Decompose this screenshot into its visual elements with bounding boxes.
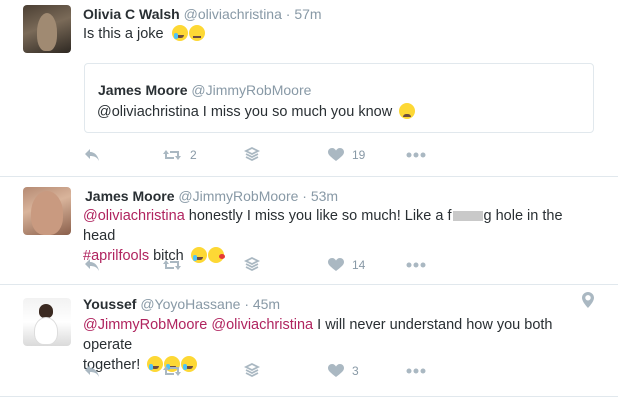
author-name[interactable]: James Moore bbox=[85, 188, 174, 204]
tweet-olivia[interactable]: Olivia C Walsh @oliviachristina · 57m Is… bbox=[0, 0, 618, 176]
stack-button[interactable] bbox=[244, 146, 260, 164]
tweet-header: Youssef @YoyoHassane · 45m bbox=[83, 296, 280, 312]
like-count: 19 bbox=[352, 148, 366, 162]
avatar-figure-body bbox=[34, 317, 58, 345]
reply-icon bbox=[85, 365, 99, 377]
mention-link[interactable]: @oliviachristina bbox=[83, 208, 185, 224]
retweet-button[interactable] bbox=[162, 362, 190, 380]
avatar[interactable] bbox=[23, 187, 71, 235]
retweet-button[interactable]: 2 bbox=[162, 146, 197, 164]
quote-author-handle: @JimmyRobMoore bbox=[191, 82, 312, 98]
quote-text: @oliviachristina I miss you so much you … bbox=[97, 102, 416, 122]
author-handle[interactable]: @YoyoHassane bbox=[140, 296, 240, 312]
avatar-figure bbox=[37, 13, 57, 51]
author-name[interactable]: Olivia C Walsh bbox=[83, 6, 180, 22]
avatar-figure bbox=[39, 304, 53, 318]
stack-button[interactable] bbox=[244, 256, 260, 274]
quote-mention: @oliviachristina bbox=[97, 104, 199, 120]
retweet-count: 2 bbox=[190, 148, 197, 162]
reply-button[interactable] bbox=[84, 256, 100, 274]
stack-icon bbox=[244, 257, 260, 272]
retweet-icon bbox=[163, 366, 181, 376]
author-handle[interactable]: @JimmyRobMoore bbox=[178, 188, 298, 204]
like-count: 3 bbox=[352, 364, 359, 378]
retweet-button[interactable] bbox=[162, 256, 190, 274]
retweet-icon bbox=[163, 150, 181, 160]
tweet-james[interactable]: James Moore @JimmyRobMoore · 53m @olivia… bbox=[0, 177, 618, 284]
like-button[interactable]: 14 bbox=[328, 256, 365, 274]
author-name[interactable]: Youssef bbox=[83, 296, 136, 312]
heart-icon bbox=[328, 148, 344, 161]
avatar[interactable] bbox=[23, 298, 71, 346]
tweet-header: James Moore @JimmyRobMoore · 53m bbox=[85, 188, 338, 204]
reply-button[interactable] bbox=[84, 146, 100, 164]
timestamp[interactable]: · 45m bbox=[244, 296, 280, 312]
censor-bar bbox=[452, 211, 483, 222]
unamused-emoji-icon bbox=[188, 25, 205, 41]
more-button[interactable] bbox=[406, 362, 426, 380]
like-button[interactable]: 19 bbox=[328, 146, 365, 164]
timestamp[interactable]: · 53m bbox=[302, 188, 338, 204]
retweet-icon bbox=[163, 260, 181, 270]
reply-icon bbox=[85, 149, 99, 161]
heart-icon bbox=[328, 258, 344, 271]
kiss-emoji-icon bbox=[207, 247, 225, 263]
reply-icon bbox=[85, 259, 99, 271]
divider bbox=[0, 396, 618, 397]
tweet-youssef[interactable]: Youssef @YoyoHassane · 45m @JimmyRobMoor… bbox=[0, 285, 618, 400]
more-button[interactable] bbox=[406, 146, 426, 164]
stack-icon bbox=[244, 363, 260, 378]
stack-icon bbox=[244, 147, 260, 162]
tweet-body: Is this a joke bbox=[83, 26, 164, 42]
tweet-line-1: @JimmyRobMoore @oliviachristina I will n… bbox=[83, 315, 603, 355]
author-handle[interactable]: @oliviachristina bbox=[184, 6, 282, 22]
avatar-figure bbox=[31, 191, 63, 235]
joy-emoji-icon bbox=[190, 247, 207, 263]
heart-icon bbox=[328, 364, 344, 377]
joy-emoji-icon bbox=[147, 356, 164, 372]
mention-link[interactable]: @JimmyRobMoore bbox=[83, 317, 207, 333]
tweet-text: Is this a joke bbox=[83, 24, 205, 44]
reply-button[interactable] bbox=[84, 362, 100, 380]
disappointed-emoji-icon bbox=[399, 103, 416, 119]
tweet-line-1: @oliviachristina honestly I miss you lik… bbox=[83, 206, 593, 246]
like-count: 14 bbox=[352, 258, 366, 272]
stack-button[interactable] bbox=[244, 362, 260, 380]
tweet-body: honestly I miss you like so much! Like a… bbox=[184, 208, 452, 224]
quote-author-name: James Moore bbox=[98, 82, 188, 98]
quote-body: I miss you so much you know bbox=[198, 104, 393, 120]
quoted-tweet[interactable]: James Moore @JimmyRobMoore @oliviachrist… bbox=[84, 63, 594, 133]
more-button[interactable] bbox=[406, 256, 426, 274]
more-icon bbox=[406, 262, 426, 268]
more-icon bbox=[406, 368, 426, 374]
joy-emoji-icon bbox=[171, 25, 188, 41]
location-pin-icon[interactable] bbox=[582, 292, 594, 308]
mention-link[interactable]: @oliviachristina bbox=[211, 317, 313, 333]
more-icon bbox=[406, 152, 426, 158]
quote-header: James Moore @JimmyRobMoore bbox=[98, 82, 311, 98]
avatar[interactable] bbox=[23, 5, 71, 53]
like-button[interactable]: 3 bbox=[328, 362, 359, 380]
timestamp[interactable]: · 57m bbox=[286, 6, 322, 22]
tweet-header: Olivia C Walsh @oliviachristina · 57m bbox=[83, 6, 322, 22]
